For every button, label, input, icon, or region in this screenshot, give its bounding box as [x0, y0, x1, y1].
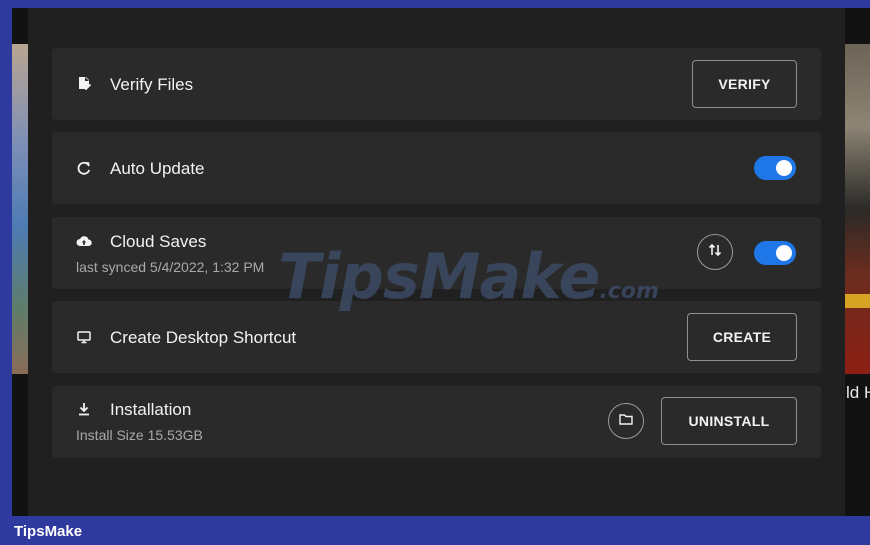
cloud-saves-label: Cloud Saves	[110, 232, 207, 251]
sync-button[interactable]	[697, 234, 733, 270]
background-game-art-left	[12, 44, 28, 374]
monitor-icon	[76, 329, 92, 345]
install-size-text: Install Size 15.53GB	[76, 427, 203, 443]
sync-arrows-icon	[707, 242, 723, 263]
desktop-shortcut-row: Create Desktop Shortcut CREATE	[52, 301, 821, 373]
background-game-art-right	[845, 44, 870, 374]
auto-update-toggle[interactable]	[754, 156, 796, 180]
cloud-upload-icon	[76, 233, 92, 249]
open-folder-button[interactable]	[608, 403, 644, 439]
game-settings-panel: Verify Files VERIFY Auto Update Cloud Sa…	[28, 8, 845, 516]
folder-icon	[618, 411, 634, 432]
uninstall-button[interactable]: UNINSTALL	[661, 397, 797, 445]
auto-update-label: Auto Update	[110, 159, 205, 178]
last-synced-text: last synced 5/4/2022, 1:32 PM	[76, 259, 265, 275]
installation-row: Installation Install Size 15.53GB UNINST…	[52, 386, 821, 458]
verify-button[interactable]: VERIFY	[692, 60, 797, 108]
installation-label: Installation	[110, 400, 192, 419]
footer-bar: TipsMake	[0, 516, 870, 545]
verify-files-label: Verify Files	[110, 75, 194, 94]
download-icon	[76, 401, 92, 417]
create-shortcut-button[interactable]: CREATE	[687, 313, 797, 361]
auto-update-row: Auto Update	[52, 132, 821, 204]
cloud-saves-row: Cloud Saves last synced 5/4/2022, 1:32 P…	[52, 217, 821, 289]
cloud-saves-toggle[interactable]	[754, 241, 796, 265]
footer-brand: TipsMake	[14, 523, 83, 540]
verify-files-row: Verify Files VERIFY	[52, 48, 821, 120]
desktop-shortcut-label: Create Desktop Shortcut	[110, 328, 297, 347]
file-check-icon	[76, 76, 92, 92]
background-art-strip	[845, 294, 870, 308]
background-game-title: ld H	[846, 383, 870, 402]
app-window: ld H Verify Files VERIFY Auto Up	[12, 8, 870, 516]
refresh-icon	[76, 160, 92, 176]
